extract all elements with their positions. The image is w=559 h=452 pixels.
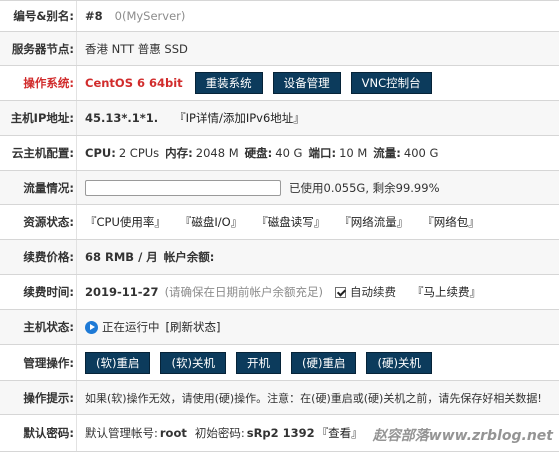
ip-value: 45.13*.1*1.: [85, 111, 158, 125]
row-id: 编号&别名: #8 0(MyServer): [0, 1, 559, 32]
label-traffic: 流量情况:: [0, 171, 77, 204]
config-traffic-key: 流量:: [373, 145, 401, 161]
resource-network-packet-link[interactable]: 『网络包』: [422, 214, 480, 230]
config-disk-value: 40 G: [275, 146, 302, 160]
refresh-status-link[interactable]: [刷新状态]: [166, 319, 221, 335]
auto-renew-label: 自动续费: [350, 284, 396, 300]
view-password-link[interactable]: 『查看』: [317, 425, 363, 441]
hard-shutdown-button[interactable]: (硬)关机: [366, 352, 431, 374]
resource-cpu-link[interactable]: 『CPU使用率』: [85, 214, 166, 230]
row-ip: 主机IP地址: 45.13*.1*1. 『IP详情/添加IPv6地址』: [0, 101, 559, 136]
config-port-value: 10 M: [339, 146, 367, 160]
password-value: sRp2 1392: [247, 426, 315, 440]
label-tips: 操作提示:: [0, 381, 77, 414]
config-mem-value: 2048 M: [196, 146, 239, 160]
row-tips: 操作提示: 如果(软)操作无效，请使用(硬)操作。注意：在(硬)重启或(硬)关机…: [0, 381, 559, 415]
running-icon: [85, 321, 98, 334]
account-label: 默认管理帐号:: [85, 425, 158, 441]
traffic-progress-bar: [85, 180, 281, 196]
soft-shutdown-button[interactable]: (软)关机: [160, 352, 225, 374]
config-port-key: 端口:: [308, 145, 336, 161]
label-price: 续费价格:: [0, 240, 77, 274]
config-cpu-key: CPU:: [85, 146, 116, 160]
device-manage-button[interactable]: 设备管理: [273, 72, 341, 94]
renew-note: (请确保在日期前帐户余额充足): [165, 284, 323, 300]
watermark: 赵容部落www.zrblog.net: [373, 425, 553, 445]
label-config: 云主机配置:: [0, 136, 77, 170]
traffic-text: 已使用0.055G, 剩余99.99%: [289, 180, 440, 196]
label-ops: 管理操作:: [0, 345, 77, 380]
resource-disk-io-link[interactable]: 『磁盘I/O』: [180, 214, 242, 230]
vnc-console-button[interactable]: VNC控制台: [351, 72, 432, 94]
row-status: 主机状态: 正在运行中 [刷新状态]: [0, 310, 559, 345]
server-detail-table: 编号&别名: #8 0(MyServer) 服务器节点: 香港 NTT 普惠 S…: [0, 0, 559, 452]
row-config: 云主机配置: CPU: 2 CPUs 内存: 2048 M 硬盘: 40 G 端…: [0, 136, 559, 171]
renew-now-link[interactable]: 『马上续费』: [412, 284, 481, 300]
os-value: CentOS 6 64bit: [85, 76, 183, 90]
balance-label: 帐户余额:: [164, 249, 215, 265]
hard-reboot-button[interactable]: (硬)重启: [291, 352, 356, 374]
power-on-button[interactable]: 开机: [236, 352, 281, 374]
row-traffic: 流量情况: 已使用0.055G, 剩余99.99%: [0, 171, 559, 205]
auto-renew-checkbox[interactable]: [335, 287, 346, 298]
config-mem-key: 内存:: [165, 145, 193, 161]
server-number: #8: [85, 9, 103, 23]
label-resources: 资源状态:: [0, 205, 77, 239]
label-status: 主机状态:: [0, 310, 77, 344]
soft-reboot-button[interactable]: (软)重启: [85, 352, 150, 374]
renew-date: 2019-11-27: [85, 285, 159, 299]
tips-value: 如果(软)操作无效，请使用(硬)操作。注意：在(硬)重启或(硬)关机之前，请先保…: [85, 390, 542, 406]
label-id: 编号&别名:: [0, 1, 77, 31]
ip-detail-link[interactable]: 『IP详情/添加IPv6地址』: [174, 110, 305, 126]
reinstall-button[interactable]: 重装系统: [195, 72, 263, 94]
label-os: 操作系统:: [0, 66, 77, 100]
password-label: 初始密码:: [195, 425, 245, 441]
resource-network-flow-link[interactable]: 『网络流量』: [339, 214, 408, 230]
row-os: 操作系统: CentOS 6 64bit 重装系统 设备管理 VNC控制台: [0, 66, 559, 101]
label-renew: 续费时间:: [0, 275, 77, 309]
node-value: 香港 NTT 普惠 SSD: [85, 41, 188, 57]
status-value: 正在运行中: [102, 319, 160, 335]
row-node: 服务器节点: 香港 NTT 普惠 SSD: [0, 32, 559, 66]
config-traffic-value: 400 G: [404, 146, 439, 160]
label-ip: 主机IP地址:: [0, 101, 77, 135]
row-resources: 资源状态: 『CPU使用率』 『磁盘I/O』 『磁盘读写』 『网络流量』 『网络…: [0, 205, 559, 240]
row-price: 续费价格: 68 RMB / 月 帐户余额:: [0, 240, 559, 275]
row-ops: 管理操作: (软)重启 (软)关机 开机 (硬)重启 (硬)关机: [0, 345, 559, 381]
label-node: 服务器节点:: [0, 32, 77, 65]
account-value: root: [160, 426, 187, 440]
config-disk-key: 硬盘:: [245, 145, 273, 161]
config-cpu-value: 2 CPUs: [119, 146, 159, 160]
price-value: 68 RMB / 月: [85, 249, 158, 265]
server-alias: 0(MyServer): [115, 9, 186, 23]
label-password: 默认密码:: [0, 415, 77, 451]
row-renew: 续费时间: 2019-11-27 (请确保在日期前帐户余额充足) 自动续费 『马…: [0, 275, 559, 310]
resource-disk-rw-link[interactable]: 『磁盘读写』: [256, 214, 325, 230]
